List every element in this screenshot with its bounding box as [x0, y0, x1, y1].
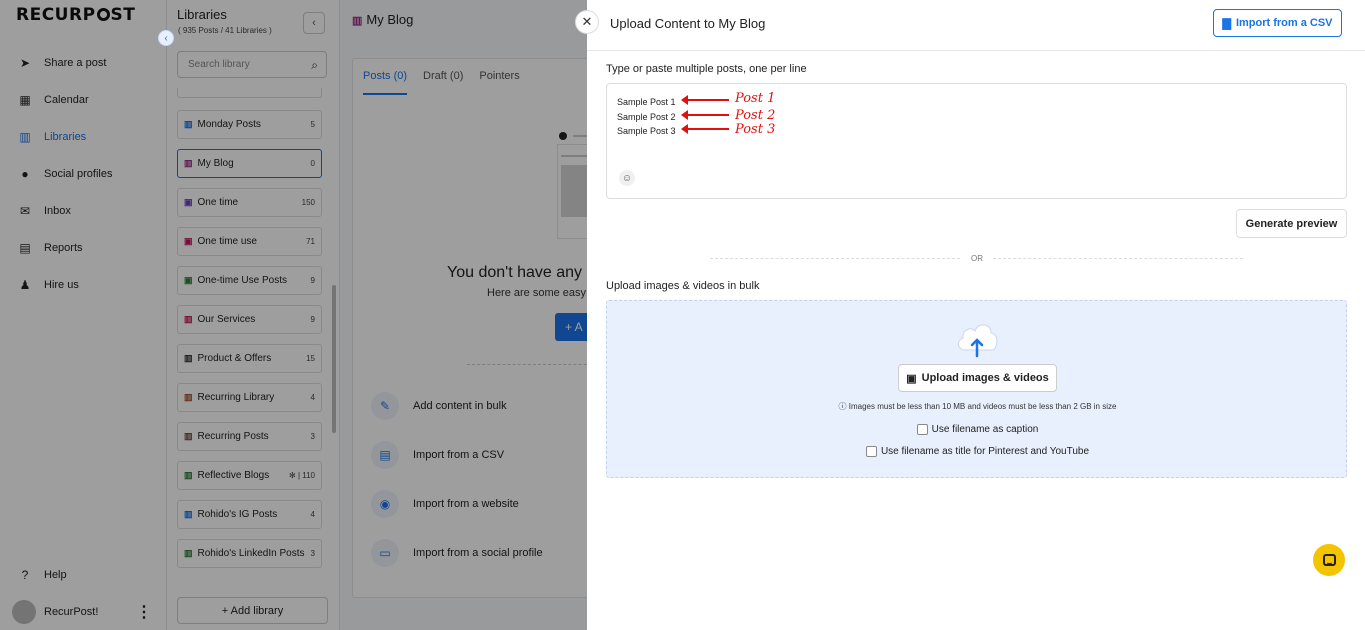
- annotation-arrow: [681, 110, 729, 120]
- filename-caption-checkbox[interactable]: [916, 424, 928, 435]
- annotation-label: Post 1: [735, 91, 776, 106]
- annotation-arrow: [681, 95, 729, 105]
- posts-textarea-content: Sample Post 1 Sample Post 2 Sample Post …: [617, 95, 676, 139]
- info-icon: ⓘ: [838, 402, 849, 411]
- file-icon: ▇: [1222, 17, 1231, 30]
- annotation-label: Post 2: [735, 108, 776, 123]
- upload-size-info-text: Images must be less than 10 MB and video…: [848, 402, 1117, 411]
- close-drawer-button[interactable]: ✕: [576, 11, 598, 33]
- filename-title-checkbox[interactable]: [865, 446, 877, 457]
- filename-caption-option[interactable]: Use filename as caption: [607, 424, 1348, 435]
- emoji-picker-icon[interactable]: ☺: [619, 170, 635, 186]
- import-csv-button[interactable]: ▇ Import from a CSV: [1213, 9, 1342, 37]
- annotation-label: Post 3: [735, 122, 776, 137]
- chevron-left-icon: ‹: [164, 32, 168, 44]
- post-line: Sample Post 3: [617, 126, 676, 136]
- or-divider-left: [710, 258, 960, 259]
- posts-field-label: Type or paste multiple posts, one per li…: [606, 63, 807, 75]
- annotation-arrow: [681, 124, 729, 134]
- drawer-title: Upload Content to My Blog: [610, 16, 766, 31]
- post-line: Sample Post 2: [617, 111, 676, 122]
- post-line: Sample Post 1: [617, 97, 676, 107]
- support-chat-button[interactable]: [1313, 544, 1345, 576]
- image-icon: ▣: [906, 372, 917, 385]
- chat-bubble-icon: [1322, 554, 1336, 566]
- upload-dropzone[interactable]: ▣ Upload images & videos ⓘ Images must be…: [606, 300, 1347, 478]
- collapse-sidebar-button[interactable]: ‹: [158, 30, 174, 46]
- drawer-header: Upload Content to My Blog ▇ Import from a…: [587, 0, 1365, 51]
- upload-button-label: Upload images & videos: [921, 372, 1049, 384]
- filename-title-option[interactable]: Use filename as title for Pinterest and …: [607, 446, 1348, 457]
- upload-content-drawer: Upload Content to My Blog ▇ Import from a…: [587, 0, 1365, 630]
- close-icon: ✕: [581, 14, 593, 29]
- cloud-upload-icon: [957, 324, 998, 358]
- bulk-upload-label: Upload images & videos in bulk: [606, 280, 760, 292]
- or-divider-right: [993, 258, 1243, 259]
- upload-images-videos-button[interactable]: ▣ Upload images & videos: [898, 364, 1057, 392]
- modal-backdrop[interactable]: [0, 0, 587, 630]
- checkbox-label: Use filename as title for Pinterest and …: [880, 446, 1090, 457]
- import-csv-label: Import from a CSV: [1235, 17, 1333, 29]
- generate-preview-button[interactable]: Generate preview: [1236, 209, 1347, 238]
- or-text: OR: [971, 254, 983, 263]
- checkbox-label: Use filename as caption: [931, 424, 1039, 435]
- upload-size-info: ⓘ Images must be less than 10 MB and vid…: [607, 401, 1348, 412]
